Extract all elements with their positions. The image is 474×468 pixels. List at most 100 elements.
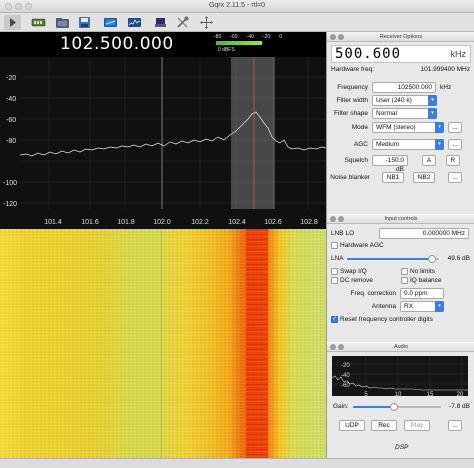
- frequency-label: Frequency: [337, 84, 368, 91]
- meter-level-bar: [216, 41, 262, 45]
- y-tick: -60: [6, 117, 16, 124]
- chevron-down-icon: ▾: [435, 139, 444, 150]
- freq-correction-input[interactable]: 0.0 ppm: [400, 288, 444, 299]
- dock-float-button[interactable]: [338, 216, 344, 222]
- open-button[interactable]: [54, 15, 71, 30]
- squelch-auto-button[interactable]: A: [422, 155, 436, 166]
- mode-options-button[interactable]: ...: [448, 122, 462, 133]
- audio-fft-trace: [331, 375, 468, 391]
- no-limits-label: No limits: [410, 268, 435, 275]
- waterfall-display[interactable]: [0, 229, 326, 468]
- lnb-lo-input[interactable]: 0.000000 MHz: [379, 228, 469, 239]
- hw-freq-value: 101.999400 MHz: [420, 66, 470, 73]
- receiver-options-title: Receiver Options: [327, 32, 474, 42]
- frequency-bar: 102.500.000 -80 -60 -40 -20 0 0 dBFS: [0, 32, 326, 57]
- play-icon: [10, 18, 16, 27]
- waterfall-texture: [0, 229, 326, 468]
- reset-digits-label: Reset frequency controller digits: [340, 316, 433, 323]
- lna-slider-knob[interactable]: [428, 255, 436, 263]
- frequency-input[interactable]: 102500.000: [372, 82, 436, 93]
- audio-gain-knob[interactable]: [390, 403, 398, 411]
- dock-close-button[interactable]: [330, 34, 336, 40]
- dock-close-button[interactable]: [330, 216, 336, 222]
- agc-options-button[interactable]: ...: [448, 139, 462, 150]
- tools-button[interactable]: [174, 15, 191, 30]
- fft-settings-button[interactable]: [126, 15, 143, 30]
- remote-control-button[interactable]: [152, 15, 169, 30]
- lna-slider-fill: [347, 258, 432, 260]
- device-button[interactable]: [30, 15, 47, 30]
- udp-button[interactable]: UDP: [339, 420, 365, 431]
- spectrum-trace: [19, 111, 327, 157]
- play-audio-button[interactable]: Play: [404, 420, 430, 431]
- filter-shape-value: Normal: [376, 110, 397, 117]
- lna-value: 49.6 dB: [447, 255, 470, 262]
- waterfall-signal-band: [246, 229, 268, 468]
- receiver-lcd[interactable]: 500.600 kHz: [331, 45, 471, 63]
- reset-digits-checkbox[interactable]: [331, 315, 338, 323]
- audio-gain-slider[interactable]: [353, 403, 441, 411]
- mode-select[interactable]: WFM (stereo) ▾: [372, 122, 444, 133]
- dc-remove-checkbox[interactable]: [331, 277, 338, 284]
- antenna-label: Antenna: [371, 303, 396, 310]
- nb-options-button[interactable]: ...: [448, 172, 462, 183]
- squelch-input[interactable]: -150.0 dB: [372, 155, 408, 173]
- dock-title-label: Input controls: [384, 216, 418, 222]
- audio-options-button[interactable]: ...: [448, 420, 462, 431]
- spectrum-plot[interactable]: -20 -40 -60 -80 -100 -120 101.4 101.6 10…: [0, 57, 327, 229]
- swap-iq-label: Swap I/Q: [340, 268, 367, 275]
- y-tick: -120: [3, 201, 17, 208]
- lnb-lo-label: LNB LO: [331, 230, 355, 237]
- spectrum-area: 102.500.000 -80 -60 -40 -20 0 0 dBFS -20…: [0, 32, 327, 468]
- meter-tick: -20: [262, 34, 271, 40]
- agc-value: Medium: [376, 141, 400, 148]
- nb2-button[interactable]: NB2: [413, 172, 435, 183]
- agc-label: AGC: [353, 141, 368, 148]
- antenna-select[interactable]: RX ▾: [400, 301, 444, 312]
- fft-x-tick: 15: [427, 392, 434, 396]
- hardware-agc-checkbox[interactable]: [331, 242, 338, 249]
- dock-float-button[interactable]: [338, 344, 344, 350]
- status-bar: [0, 458, 474, 468]
- dock-float-button[interactable]: [338, 34, 344, 40]
- filter-shape-label: Filter shape: [334, 110, 368, 117]
- no-limits-checkbox[interactable]: [401, 268, 408, 275]
- x-tick: 102.0: [153, 219, 171, 226]
- x-tick: 102.8: [300, 219, 318, 226]
- save-button[interactable]: [76, 15, 93, 30]
- nb1-button[interactable]: NB1: [382, 172, 404, 183]
- iq-balance-checkbox[interactable]: [401, 277, 408, 284]
- receiver-icon: [104, 18, 117, 27]
- y-tick: -100: [3, 180, 17, 187]
- audio-gain-fill: [353, 406, 394, 408]
- x-tick: 102.2: [191, 219, 209, 226]
- receiver-button[interactable]: [102, 15, 119, 30]
- filter-width-select[interactable]: User (240 k) ▾: [372, 95, 437, 106]
- main-frequency-display[interactable]: 102.500.000: [60, 34, 174, 54]
- swap-iq-checkbox[interactable]: [331, 268, 338, 275]
- lna-label: LNA: [331, 255, 344, 262]
- noise-blanker-label: Noise blanker: [330, 174, 370, 181]
- toolbar: [0, 13, 474, 32]
- audio-fft-graph: -20 -40 -60 5 10 15 20: [331, 356, 468, 398]
- chevron-down-icon: ▾: [435, 301, 444, 312]
- dc-remove-label: DC remove: [340, 277, 373, 284]
- rec-button[interactable]: Rec: [371, 420, 397, 431]
- iq-balance-label: IQ balance: [410, 277, 442, 284]
- audio-title: Audio: [327, 342, 474, 352]
- right-dock: Receiver Options 500.600 kHz Hardware fr…: [326, 32, 474, 468]
- device-icon: [31, 18, 46, 27]
- play-button[interactable]: [4, 15, 21, 30]
- filter-shape-select[interactable]: Normal ▾: [372, 108, 437, 119]
- squelch-reset-button[interactable]: R: [446, 155, 460, 166]
- hw-freq-label: Hardware freq:: [331, 66, 374, 73]
- fft-x-tick: 10: [395, 392, 402, 396]
- remote-icon: [155, 18, 166, 27]
- filter-passband[interactable]: [231, 57, 275, 209]
- agc-select[interactable]: Medium ▾: [372, 139, 444, 150]
- move-button[interactable]: [198, 15, 215, 30]
- receiver-lcd-unit: kHz: [450, 49, 467, 59]
- lna-slider[interactable]: [347, 255, 439, 263]
- signal-meter: -80 -60 -40 -20 0 0 dBFS: [214, 34, 282, 54]
- dock-close-button[interactable]: [330, 344, 336, 350]
